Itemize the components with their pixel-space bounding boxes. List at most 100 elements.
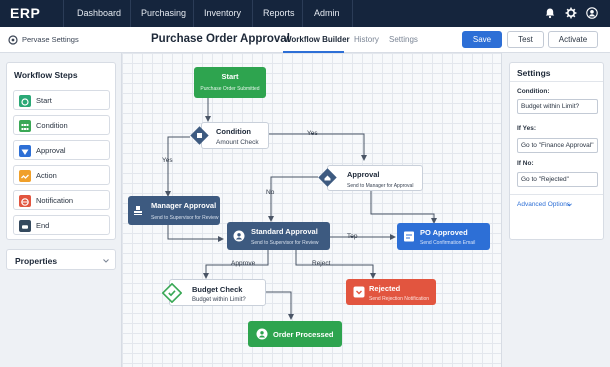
edge-label-yes: Yes [307,130,318,137]
node-title: Standard Approval [251,227,318,236]
node-standard-approval[interactable]: Standard Approval Send to Supervisor for… [227,222,330,250]
end-icon [19,220,31,232]
node-order-processed[interactable]: Order Processed [248,321,342,347]
gear-icon[interactable] [565,7,577,19]
node-approval[interactable]: Approval Send to Manager for Approval [327,165,423,191]
node-rejected[interactable]: Rejected Send Rejection Notification [346,279,436,305]
node-manager-approval[interactable]: Manager Approval Send to Supervisor for … [128,196,220,225]
node-subtitle: Send to Manager for Approval [347,183,414,189]
workflow-canvas[interactable]: Start Purchase Order Submitted Condition… [121,53,502,367]
chevron-down-icon [567,203,572,207]
divider [510,81,603,82]
condition-icon [19,120,31,132]
if-yes-field[interactable]: Go to "Finance Approval" [517,138,598,153]
chevron-down-icon [103,259,109,263]
step-label: Action [36,171,57,180]
nav-inventory[interactable]: Inventory [204,8,241,18]
node-condition[interactable]: Condition Amount Check [201,122,269,149]
test-button[interactable]: Test [507,31,544,48]
node-title: Start [221,72,239,81]
user-icon [256,328,268,340]
edge-label-yes: Yes [162,157,173,164]
step-label: Notification [36,196,74,205]
condition-field[interactable]: Budget within Limit? [517,99,598,114]
workflow-steps-panel: Workflow Steps Start Condition Approval … [6,62,116,240]
step-action[interactable]: Action [13,165,110,185]
node-subtitle: Send Rejection Notification [369,296,430,302]
node-start[interactable]: Start Purchase Order Submitted [194,67,266,98]
node-subtitle: Send to Supervisor for Review [151,215,219,221]
activate-button[interactable]: Activate [548,31,598,48]
node-title: Manager Approval [151,201,217,210]
edge-label-tep: Tep [347,233,358,240]
step-label: Start [36,96,52,105]
if-yes-label: If Yes: [517,125,537,132]
tab-history[interactable]: History [354,35,379,44]
tab-settings[interactable]: Settings [389,35,418,44]
node-title: PO Approved [420,228,468,237]
step-label: End [36,221,50,230]
step-condition[interactable]: Condition [13,115,110,135]
node-title: Rejected [369,284,401,293]
nav-divider [252,0,253,27]
properties-panel[interactable]: Properties [6,249,116,270]
node-subtitle: Amount Check [216,139,259,146]
stamp-icon [134,206,142,215]
properties-title: Properties [15,256,58,266]
edge-label-reject: Reject [312,260,331,267]
user-icon [233,230,245,242]
save-button[interactable]: Save [462,31,502,48]
nav-divider [193,0,194,27]
user-icon[interactable] [586,7,598,19]
if-no-field[interactable]: Go to "Rejected" [517,172,598,187]
condition-diamond-icon [190,126,209,145]
settings-title: Settings [517,68,551,78]
step-end[interactable]: End [13,215,110,235]
step-label: Condition [36,121,68,130]
step-start[interactable]: Start [13,90,110,110]
advanced-options-link[interactable]: Advanced Options [517,201,570,208]
document-icon [404,231,414,242]
step-approval[interactable]: Approval [13,140,110,160]
start-icon [19,95,31,107]
divider [510,194,603,195]
reject-icon [353,286,365,298]
top-navbar: ERP Dashboard Purchasing Inventory Repor… [0,0,610,27]
step-label: Approval [36,146,66,155]
approval-icon [19,145,31,157]
edge-label-approve: Approve [231,260,256,267]
page-title: Purchase Order Approval [151,33,290,45]
nav-purchasing[interactable]: Purchasing [141,8,186,18]
budget-diamond-icon [162,283,182,303]
workflow-steps-title: Workflow Steps [14,70,78,80]
nav-admin[interactable]: Admin [314,8,340,18]
action-icon [19,170,31,182]
node-title: Condition [216,127,251,136]
node-subtitle: Send to Supervisor for Review [251,240,319,246]
edge-label-no: No [266,189,275,196]
node-subtitle: Budget within Limit? [192,297,246,303]
step-notification[interactable]: Notification [13,190,110,210]
page-header: Pervase Settings Purchase Order Approval… [0,27,610,53]
nav-dashboard[interactable]: Dashboard [77,8,121,18]
app-logo[interactable]: ERP [10,5,40,21]
node-title: Approval [347,170,380,179]
node-subtitle: Purchase Order Submitted [200,86,260,92]
notification-icon [19,195,31,207]
nav-divider [352,0,353,27]
nav-divider [63,0,64,27]
tab-workflow-builder[interactable]: Workflow Builder [284,35,350,44]
preview-settings-icon[interactable] [8,35,18,45]
node-budget-check[interactable]: Budget Check Budget within Limit? [162,279,266,306]
nav-divider [302,0,303,27]
condition-label: Condition: [517,88,550,95]
bell-icon[interactable] [544,7,556,19]
nav-divider [130,0,131,27]
approval-diamond-icon [318,168,337,187]
nav-reports[interactable]: Reports [263,8,295,18]
node-title: Budget Check [192,285,243,294]
preview-settings-link[interactable]: Pervase Settings [22,35,79,44]
node-title: Order Processed [273,330,334,339]
settings-panel: Settings Condition: Budget within Limit?… [509,62,604,240]
node-po-approved[interactable]: PO Approved Send Confirmation Email [397,223,490,250]
